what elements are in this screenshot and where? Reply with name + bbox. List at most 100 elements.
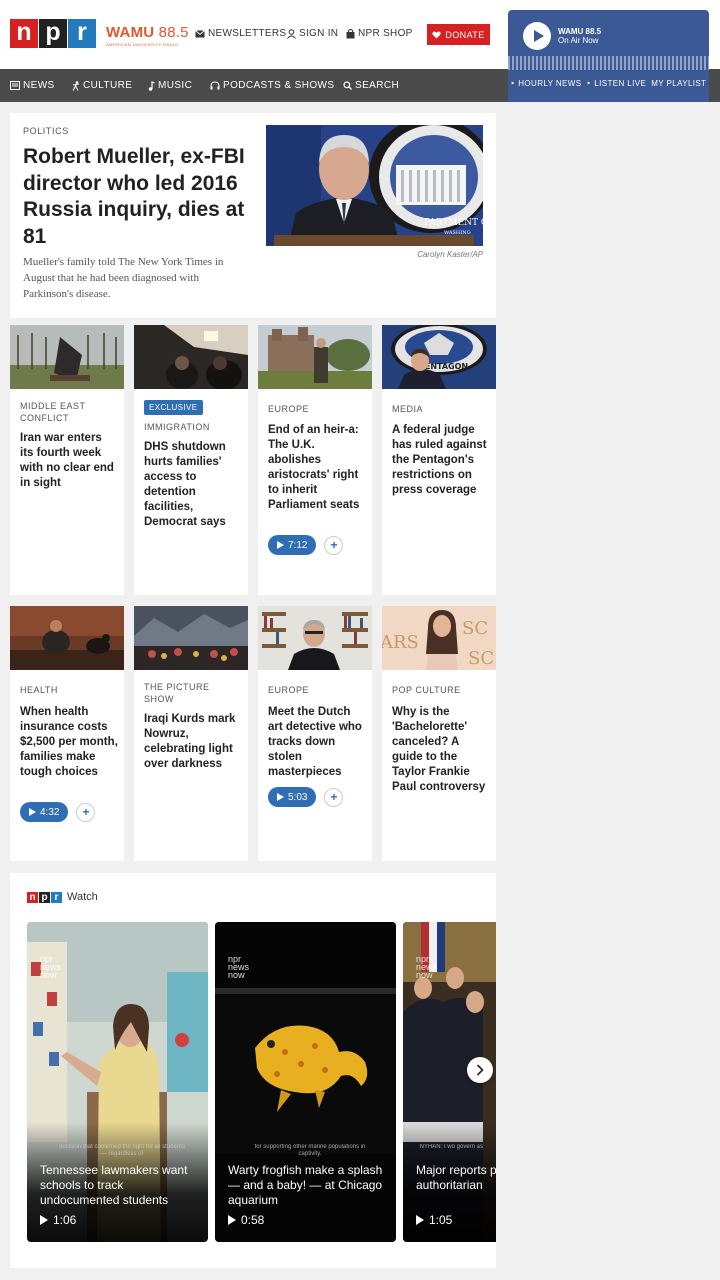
nav-news[interactable]: NEWS bbox=[10, 80, 55, 91]
story-card[interactable]: EUROPE Meet the Dutch art detective who … bbox=[258, 606, 372, 861]
play-audio-button[interactable]: 4:32 bbox=[20, 802, 69, 822]
newspaper-icon bbox=[10, 81, 20, 90]
video-card[interactable]: npr news now decision that confirmed the… bbox=[27, 922, 208, 1242]
card-headline[interactable]: A federal judge has ruled against the Pe… bbox=[392, 423, 490, 498]
play-live-button[interactable] bbox=[523, 22, 551, 50]
card-headline[interactable]: Meet the Dutch art detective who tracks … bbox=[268, 705, 366, 780]
story-card[interactable]: HEALTH When health insurance costs $2,50… bbox=[10, 606, 124, 861]
lead-kicker[interactable]: POLITICS bbox=[23, 126, 69, 136]
svg-text:SC: SC bbox=[462, 618, 488, 639]
nav-music[interactable]: MUSIC bbox=[148, 80, 192, 91]
video-caption: NYHAN: I wo govern as bbox=[419, 1144, 483, 1150]
dancer-icon bbox=[72, 80, 80, 91]
watch-label: Watch bbox=[67, 891, 98, 903]
story-thumbnail: PENTAGON bbox=[382, 325, 496, 389]
story-thumbnail bbox=[10, 606, 124, 670]
nav-podcasts-shows[interactable]: PODCASTS & SHOWS bbox=[210, 80, 334, 91]
headphones-icon bbox=[210, 81, 220, 90]
donate-button[interactable]: DONATE bbox=[427, 24, 490, 45]
newsletters-link[interactable]: NEWSLETTERS bbox=[195, 28, 286, 39]
video-title: Tennessee lawmakers want schools to trac… bbox=[40, 1163, 188, 1207]
npr-logo[interactable]: npr bbox=[10, 19, 97, 48]
lead-image-sign: PARTMENT O bbox=[424, 218, 483, 228]
player-station: WAMU 88.5 bbox=[558, 27, 602, 36]
wamu-logo[interactable]: WAMU 88.5 AMERICAN UNIVERSITY RADIO bbox=[106, 24, 189, 47]
video-title: Major reports pushing the authoritarian bbox=[416, 1163, 496, 1192]
lead-headline[interactable]: Robert Mueller, ex-FBI director who led … bbox=[23, 144, 248, 250]
play-audio-button[interactable]: 5:03 bbox=[268, 787, 317, 807]
user-icon bbox=[287, 28, 296, 39]
card-kicker[interactable]: POP CULTURE bbox=[392, 684, 488, 696]
card-headline[interactable]: End of an heir-a: The U.K. abolishes ari… bbox=[268, 423, 366, 513]
story-thumbnail bbox=[258, 606, 372, 670]
card-image-sign: ARS bbox=[382, 632, 419, 653]
watch-header: npr Watch bbox=[27, 891, 98, 903]
npr-news-now-brand: npr news now bbox=[40, 954, 62, 980]
nav-culture[interactable]: CULTURE bbox=[72, 80, 132, 91]
story-thumbnail: ARS SC SC bbox=[382, 606, 496, 670]
card-kicker[interactable]: EUROPE bbox=[268, 403, 364, 415]
story-thumbnail bbox=[134, 606, 248, 670]
player-status: On Air Now bbox=[558, 36, 599, 45]
story-card[interactable]: MIDDLE EAST CONFLICT Iran war enters its… bbox=[10, 325, 124, 595]
my-playlist-link[interactable]: MY PLAYLIST bbox=[651, 79, 706, 88]
audio-controls: 7:12 + bbox=[268, 535, 344, 555]
video-duration: 1:06 bbox=[40, 1213, 76, 1227]
video-duration: 1:05 bbox=[416, 1213, 452, 1227]
lead-image[interactable]: PARTMENT O WASHING bbox=[266, 125, 483, 246]
story-card[interactable]: ARS SC SC POP CULTURE Why is the 'Bachelor… bbox=[382, 606, 496, 861]
hourly-news-link[interactable]: ‣ HOURLY NEWS bbox=[511, 79, 582, 88]
npr-mini-logo: npr bbox=[27, 891, 62, 903]
nav-search[interactable]: SEARCH bbox=[343, 80, 399, 91]
video-duration: 0:58 bbox=[228, 1213, 264, 1227]
watch-section: npr Watch npr news now decision that con… bbox=[10, 873, 496, 1268]
add-to-playlist-button[interactable]: + bbox=[76, 802, 96, 822]
npr-shop-link[interactable]: NPR SHOP bbox=[346, 28, 413, 39]
sign-in-link[interactable]: SIGN IN bbox=[287, 28, 338, 39]
video-caption: decision that confirmed the right for al… bbox=[59, 1144, 185, 1157]
card-kicker[interactable]: IMMIGRATION bbox=[144, 421, 240, 433]
search-icon bbox=[343, 81, 352, 90]
waveform-graphic bbox=[508, 56, 709, 70]
audio-controls: 5:03 + bbox=[268, 787, 344, 807]
lead-story: POLITICS Robert Mueller, ex-FBI director… bbox=[10, 113, 496, 318]
exclusive-badge: EXCLUSIVE bbox=[144, 400, 203, 415]
player-links: ‣ HOURLY NEWS ‣ LISTEN LIVE MY PLAYLIST bbox=[508, 79, 709, 88]
add-to-playlist-button[interactable]: + bbox=[324, 787, 344, 807]
card-kicker[interactable]: HEALTH bbox=[20, 684, 116, 696]
story-card[interactable]: EUROPE End of an heir-a: The U.K. abolis… bbox=[258, 325, 372, 595]
add-to-playlist-button[interactable]: + bbox=[324, 535, 344, 555]
story-thumbnail bbox=[134, 325, 248, 389]
card-kicker[interactable]: THE PICTURE SHOW bbox=[144, 681, 240, 705]
play-audio-button[interactable]: 7:12 bbox=[268, 535, 317, 555]
video-card[interactable]: npr news now for supporting other marine… bbox=[215, 922, 396, 1242]
story-card[interactable]: EXCLUSIVE IMMIGRATION DHS shutdown hurts… bbox=[134, 325, 248, 595]
carousel-next-button[interactable] bbox=[467, 1057, 493, 1083]
heart-icon bbox=[432, 31, 442, 39]
card-headline[interactable]: Why is the 'Bachelorette' canceled? A gu… bbox=[392, 705, 490, 795]
npr-news-now-brand: npr news now bbox=[416, 954, 438, 980]
npr-news-now-brand: npr news now bbox=[228, 954, 250, 980]
svg-text:SC: SC bbox=[468, 648, 494, 669]
shop-bag-icon bbox=[346, 28, 355, 38]
card-kicker[interactable]: EUROPE bbox=[268, 684, 364, 696]
card-headline[interactable]: When health insurance costs $2,500 per m… bbox=[20, 705, 118, 780]
photo-credit: Carolyn Kaster/AP bbox=[417, 250, 483, 259]
story-card[interactable]: PENTAGON MEDIA A federal judge has ruled… bbox=[382, 325, 496, 595]
listen-live-link[interactable]: ‣ LISTEN LIVE bbox=[586, 79, 646, 88]
card-headline[interactable]: Iraqi Kurds mark Nowruz, celebrating lig… bbox=[144, 712, 242, 772]
video-caption: for supporting other marine populations … bbox=[254, 1144, 366, 1157]
video-title: Warty frogfish make a splash — and a bab… bbox=[228, 1163, 383, 1207]
live-radio-player: WAMU 88.5 On Air Now ‣ HOURLY NEWS ‣ LIS… bbox=[508, 10, 709, 102]
envelope-icon bbox=[195, 29, 205, 37]
story-thumbnail bbox=[10, 325, 124, 389]
card-headline[interactable]: Iran war enters its fourth week with no … bbox=[20, 431, 118, 491]
lead-teaser: Mueller's family told The New York Times… bbox=[23, 256, 224, 300]
card-kicker[interactable]: MEDIA bbox=[392, 403, 488, 415]
story-card[interactable]: THE PICTURE SHOW Iraqi Kurds mark Nowruz… bbox=[134, 606, 248, 861]
music-note-icon bbox=[148, 80, 155, 91]
story-thumbnail bbox=[258, 325, 372, 389]
card-kicker[interactable]: MIDDLE EAST CONFLICT bbox=[20, 400, 116, 424]
audio-controls: 4:32 + bbox=[20, 802, 96, 822]
card-headline[interactable]: DHS shutdown hurts families' access to d… bbox=[144, 440, 242, 530]
